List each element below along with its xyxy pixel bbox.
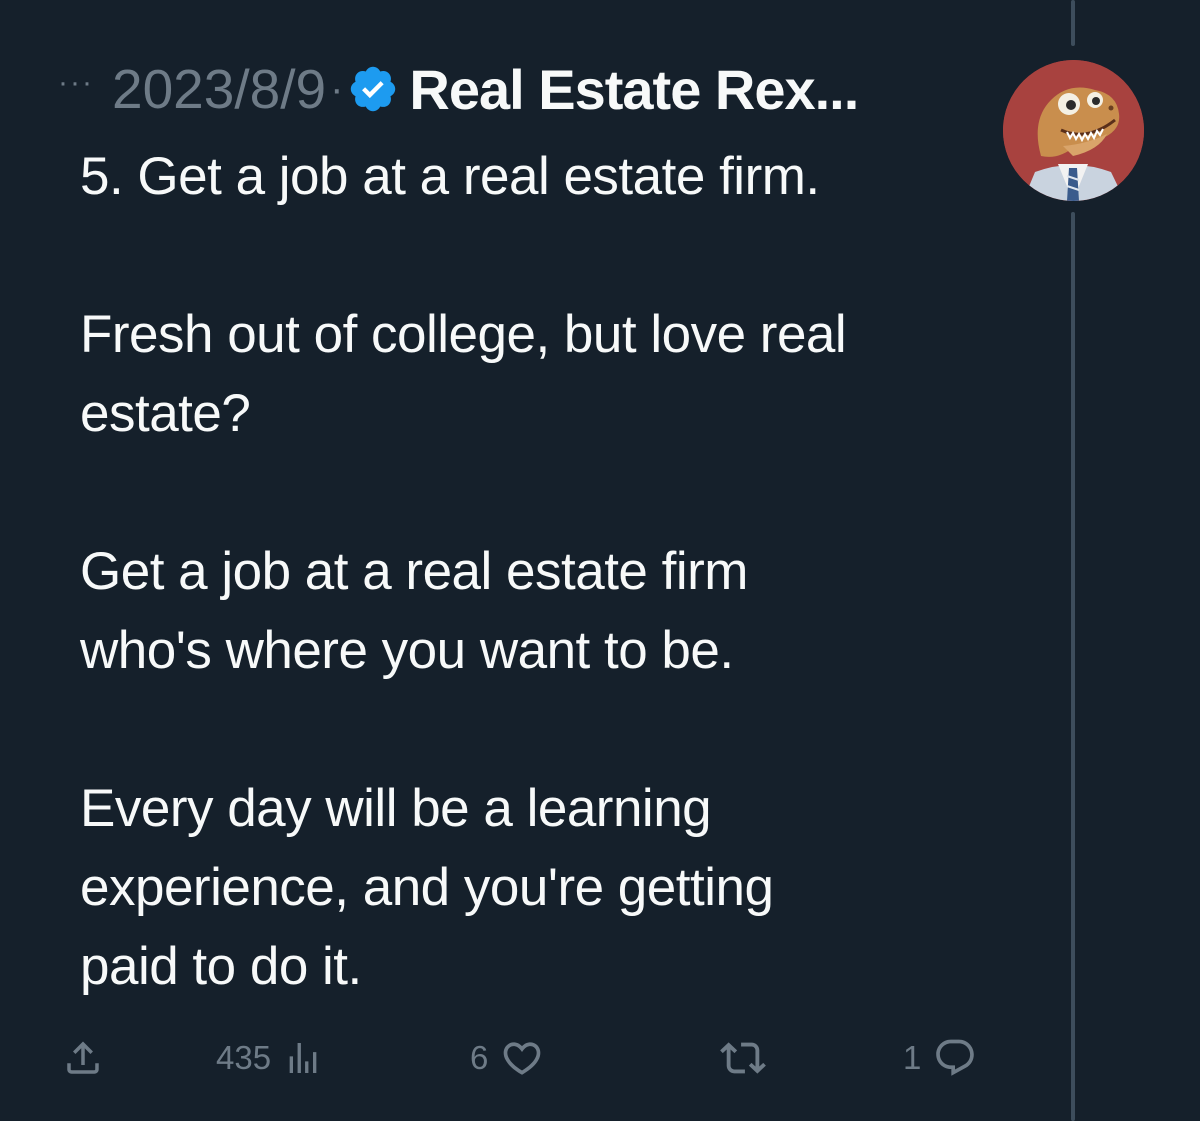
text-line: estate? <box>80 384 251 443</box>
header-separator: · <box>330 66 344 111</box>
reply-button[interactable]: 1 <box>903 1030 977 1086</box>
verified-badge-icon <box>351 66 396 112</box>
dinosaur-avatar-icon <box>1003 60 1144 201</box>
text-line: Every day will be a learning <box>80 779 712 838</box>
thread-line-bottom <box>1071 212 1075 1121</box>
heart-icon <box>504 1042 541 1075</box>
reply-icon <box>936 1039 975 1076</box>
views-button[interactable]: 435 <box>216 1030 323 1086</box>
like-button[interactable]: 6 <box>470 1030 544 1086</box>
text-line: 5. Get a job at a real estate firm. <box>80 147 820 206</box>
paragraph-2: Fresh out of college, but love real esta… <box>80 295 980 453</box>
tweet-text: 5. Get a job at a real estate firm. Fres… <box>80 137 980 1006</box>
text-line: Get a job at a real estate firm <box>80 542 748 601</box>
paragraph-1: 5. Get a job at a real estate firm. <box>80 137 980 216</box>
avatar[interactable] <box>1003 60 1144 201</box>
views-chart-icon <box>289 1043 317 1073</box>
paragraph-4: Every day will be a learning experience,… <box>80 769 980 1006</box>
paragraph-3: Get a job at a real estate firm who's wh… <box>80 532 980 690</box>
text-line: experience, and you're getting <box>80 858 774 917</box>
author-name[interactable]: Real Estate Rex... <box>409 57 859 122</box>
replies-count: 1 <box>903 1039 922 1076</box>
text-line: who's where you want to be. <box>80 621 734 680</box>
more-options-icon[interactable]: ··· <box>58 66 94 100</box>
share-icon <box>67 1041 99 1074</box>
tweet-date[interactable]: 2023/8/9 <box>112 57 326 121</box>
retweet-button[interactable] <box>720 1030 766 1086</box>
text-line: Fresh out of college, but love real <box>80 305 847 364</box>
share-button[interactable] <box>62 1030 104 1086</box>
retweet-icon <box>720 1042 766 1074</box>
likes-count: 6 <box>470 1039 489 1076</box>
text-line: paid to do it. <box>80 937 362 996</box>
tweet-header: ··· 2023/8/9 · Real Estate Rex... <box>58 56 859 122</box>
views-count: 435 <box>216 1039 272 1076</box>
action-bar: 435 6 1 <box>0 1030 1000 1086</box>
thread-line-top <box>1071 0 1075 46</box>
